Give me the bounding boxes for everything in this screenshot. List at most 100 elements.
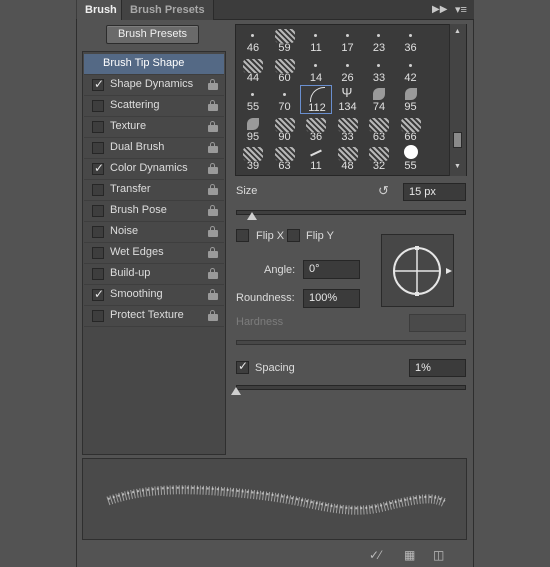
option-row[interactable]: Brush Pose (84, 201, 224, 222)
brush-tip-cell[interactable]: 59 (269, 26, 301, 55)
brush-tip-cell[interactable]: Ψ 134 (332, 85, 364, 114)
spacing-slider-track[interactable] (236, 385, 466, 390)
size-slider-thumb[interactable] (247, 212, 257, 220)
lock-icon[interactable] (208, 268, 218, 279)
option-row[interactable]: Noise (84, 222, 224, 243)
scroll-down-icon[interactable]: ▼ (454, 163, 461, 170)
option-row[interactable]: Dual Brush (84, 138, 224, 159)
roundness-field[interactable]: 100% (303, 289, 360, 308)
brush-size-label: 63 (372, 130, 386, 143)
angle-field[interactable]: 0° (303, 260, 360, 279)
spacing-checkbox[interactable]: ✓ (236, 359, 249, 374)
option-checkbox[interactable] (92, 205, 104, 217)
lock-icon[interactable] (208, 205, 218, 216)
option-row[interactable]: ✓ Smoothing (84, 285, 224, 306)
option-checkbox[interactable] (92, 100, 104, 112)
flip-y-checkbox[interactable] (287, 229, 300, 242)
lock-icon[interactable] (208, 142, 218, 153)
option-row[interactable]: Protect Texture (84, 306, 224, 327)
brush-tip-cell[interactable]: 95 (395, 85, 427, 114)
brush-tip-cell[interactable]: 55 (395, 144, 427, 173)
lock-icon[interactable] (208, 184, 218, 195)
brush-tip-cell[interactable]: 42 (395, 56, 427, 85)
option-checkbox[interactable] (92, 310, 104, 322)
option-checkbox[interactable] (92, 142, 104, 154)
option-row[interactable]: Wet Edges (84, 243, 224, 264)
brush-tip-cell[interactable]: 11 (300, 144, 332, 173)
lock-icon[interactable] (208, 121, 218, 132)
scroll-up-icon[interactable]: ▲ (454, 28, 461, 35)
tab-brush-presets[interactable]: Brush Presets (121, 0, 214, 20)
option-checkbox[interactable] (92, 226, 104, 238)
brush-size-label: 55 (246, 101, 260, 113)
brush-tip-cell[interactable]: 48 (332, 144, 364, 173)
option-row[interactable]: Build-up (84, 264, 224, 285)
brush-tip-cell[interactable]: 60 (269, 56, 301, 85)
brush-preview-grid-icon[interactable]: ▦ (404, 548, 415, 562)
lock-icon[interactable] (208, 289, 218, 300)
brush-presets-button[interactable]: Brush Presets (106, 25, 199, 44)
checkmark-icon: ✓ (94, 287, 105, 301)
brush-tip-cell[interactable]: 63 (269, 144, 301, 173)
lock-icon[interactable] (208, 226, 218, 237)
brush-tip-cell[interactable]: 112 (300, 85, 332, 114)
option-checkbox[interactable]: ✓ (92, 77, 104, 91)
brush-tip-cell[interactable]: 26 (332, 56, 364, 85)
option-row[interactable]: Transfer (84, 180, 224, 201)
brush-tip-cell[interactable]: 46 (237, 26, 269, 55)
option-checkbox[interactable]: ✓ (92, 287, 105, 301)
soft-dot-brush-icon (408, 34, 412, 37)
brush-tip-cell[interactable]: 32 (363, 144, 395, 173)
brush-tip-cell[interactable]: 23 (363, 26, 395, 55)
brush-tip-cell[interactable]: 70 (269, 85, 301, 114)
brush-tip-cell[interactable]: 44 (237, 56, 269, 85)
option-row[interactable]: Texture (84, 117, 224, 138)
brush-angle-circle-icon[interactable] (382, 235, 455, 308)
soft-dot-brush-icon (314, 34, 317, 37)
brush-tip-cell[interactable]: 74 (363, 85, 395, 114)
option-row[interactable]: Scattering (84, 96, 224, 117)
brush-tip-cell[interactable]: 95 (237, 115, 269, 144)
option-checkbox[interactable] (92, 268, 104, 280)
lock-icon[interactable] (208, 100, 218, 111)
spacing-field[interactable]: 1% (409, 359, 466, 377)
option-row[interactable]: ✓ Shape Dynamics (84, 75, 224, 96)
brush-tip-cell[interactable]: 39 (237, 144, 269, 173)
lock-icon[interactable] (208, 310, 218, 321)
brush-tip-cell[interactable]: 11 (300, 26, 332, 55)
brush-tip-cell[interactable]: 17 (332, 26, 364, 55)
brush-tip-cell[interactable]: 14 (300, 56, 332, 85)
brush-tip-cell[interactable]: 55 (237, 85, 269, 114)
option-row[interactable]: ✓ Color Dynamics (84, 159, 224, 180)
option-checkbox[interactable]: ✓ (92, 161, 104, 175)
lock-icon[interactable] (208, 247, 218, 258)
size-slider-track[interactable] (236, 210, 466, 215)
brush-tip-cell[interactable]: 90 (269, 115, 301, 144)
option-checkbox[interactable] (92, 184, 104, 196)
panel-menu-icon[interactable]: ▾≡ (455, 3, 467, 16)
scroll-thumb[interactable] (453, 132, 462, 148)
spacing-slider-thumb[interactable] (231, 387, 241, 395)
new-brush-icon[interactable]: ◫ (433, 548, 444, 562)
toggle-live-tip-icon[interactable]: ✓⁄ (369, 548, 381, 562)
lock-icon[interactable] (208, 163, 218, 174)
angle-roundness-preview[interactable] (381, 234, 454, 307)
brush-tip-cell[interactable]: 33 (363, 56, 395, 85)
brush-tip-cell[interactable]: 33 (332, 115, 364, 144)
brush-tip-cell[interactable]: 36 (300, 115, 332, 144)
brush-tip-cell[interactable]: 66 (395, 115, 427, 144)
reset-size-icon[interactable]: ↺ (378, 183, 389, 199)
option-checkbox[interactable] (92, 121, 104, 133)
option-checkbox[interactable] (92, 247, 104, 259)
soft-dot-brush-icon (377, 63, 380, 67)
tab-brush[interactable]: Brush (77, 0, 125, 20)
size-field[interactable]: 15 px (403, 183, 466, 201)
option-label: Noise (110, 225, 139, 237)
brush-tip-cell[interactable]: 63 (363, 115, 395, 144)
brush-tip-cell[interactable]: 36 (395, 26, 427, 55)
lock-icon[interactable] (208, 79, 218, 90)
flip-x-checkbox[interactable] (236, 229, 249, 242)
brush-grid-scrollbar[interactable]: ▲ ▼ (449, 24, 466, 176)
collapse-panel-icon[interactable]: ▶▶ (432, 4, 447, 15)
option-row[interactable]: Brush Tip Shape (84, 54, 224, 75)
